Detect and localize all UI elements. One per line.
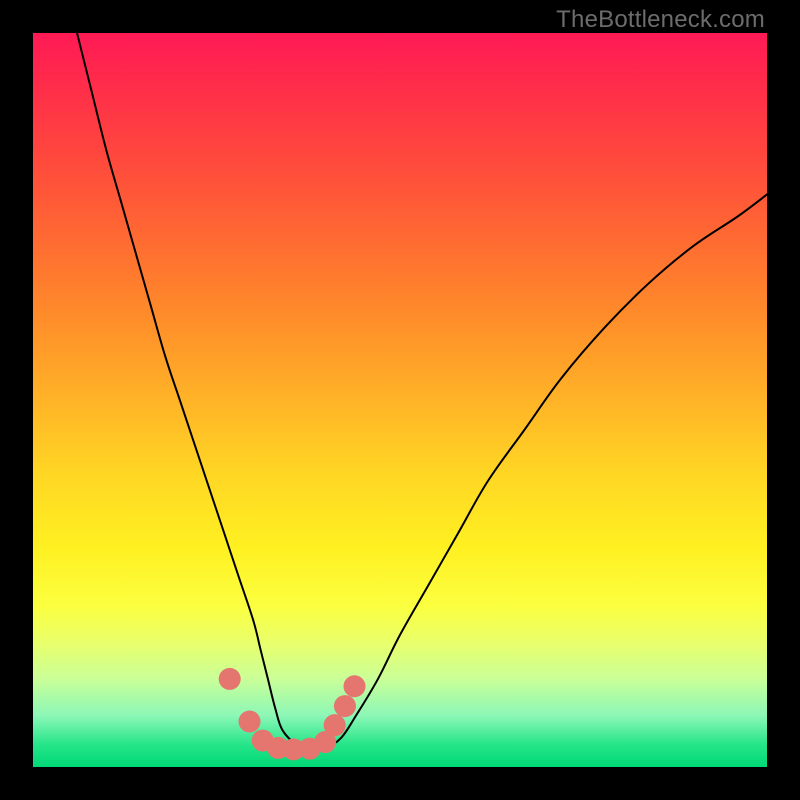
marker-dot	[219, 668, 241, 690]
marker-dot	[239, 710, 261, 732]
marker-dot	[324, 714, 346, 736]
curve-line	[77, 33, 767, 750]
chart-overlay	[33, 33, 767, 767]
chart-stage: TheBottleneck.com	[0, 0, 800, 800]
highlight-markers	[219, 668, 366, 760]
marker-dot	[334, 695, 356, 717]
marker-dot	[343, 675, 365, 697]
watermark-text: TheBottleneck.com	[556, 6, 765, 34]
